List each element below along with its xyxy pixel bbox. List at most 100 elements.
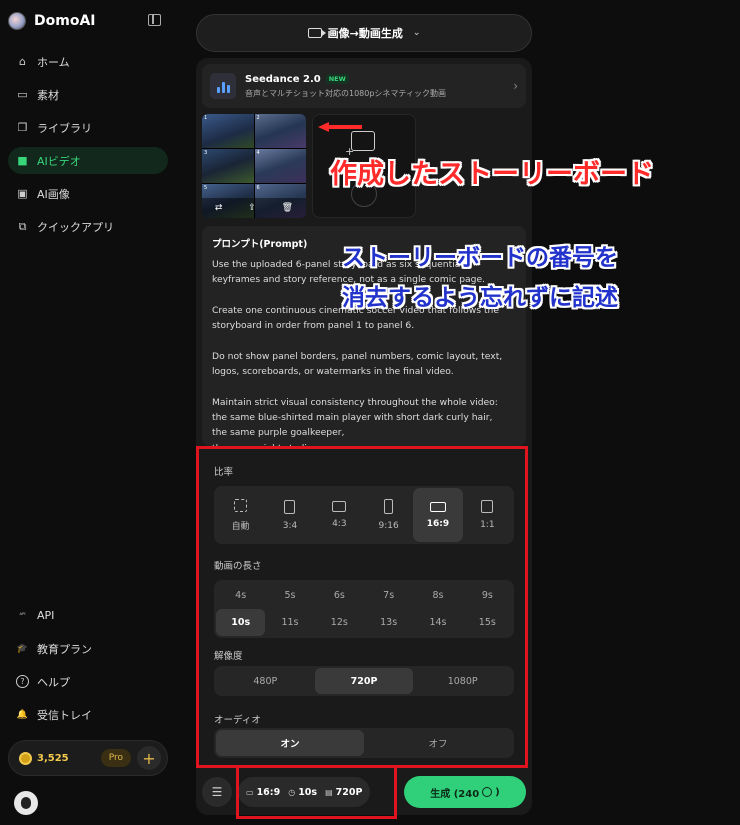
- audio-off-option[interactable]: オフ: [364, 730, 512, 756]
- annotation-note-line2: 消去するよう忘れずに記述: [342, 285, 618, 311]
- new-badge: NEW: [325, 74, 349, 84]
- duration-option[interactable]: 15s: [463, 609, 512, 636]
- education-icon: 🎓: [16, 643, 29, 654]
- model-name: Seedance 2.0: [245, 73, 321, 85]
- model-description: 音声とマルチショット対応の1080pシネマティック動画: [245, 88, 446, 98]
- sidebar-item-label: AIビデオ: [37, 154, 81, 168]
- sidebar-item-ai-video[interactable]: ■ AIビデオ: [8, 147, 168, 174]
- duration-option[interactable]: 14s: [413, 609, 462, 636]
- help-icon: ?: [16, 675, 29, 688]
- home-icon: ⌂: [19, 55, 26, 68]
- duration-option-selected[interactable]: 10s: [216, 609, 266, 636]
- clock-icon: ◷: [288, 787, 296, 797]
- api-icon: ᴬᴾᴵ: [19, 612, 26, 619]
- annotation-storyboard: 作成したストーリーボード: [330, 159, 654, 190]
- settings-summary[interactable]: ▭ 16:9 ◷ 10s ▤ 720P: [238, 777, 371, 807]
- ratio-option-16-9[interactable]: 16:9: [413, 488, 463, 542]
- landscape-ratio-icon: [332, 501, 347, 512]
- image-icon: ▣: [17, 187, 28, 200]
- bell-icon: 🔔: [16, 709, 29, 720]
- annotation-note-line1: ストーリーボードの番号を: [342, 245, 618, 271]
- sidebar-item-label: クイックアプリ: [37, 220, 114, 234]
- summary-duration: 10s: [298, 786, 318, 798]
- duration-option[interactable]: 4s: [216, 582, 265, 609]
- ratio-option-1-1[interactable]: 1:1: [463, 488, 512, 542]
- settings-panel: 比率 自動 3:4 4:3 9:16 16:9 1:1 動画の長さ 4s 5s …: [202, 452, 526, 778]
- tall-ratio-icon: [384, 499, 394, 514]
- bottom-bar: ☰ ▭ 16:9 ◷ 10s ▤ 720P 生成 (240 ): [202, 774, 526, 810]
- library-icon: ❐: [17, 121, 28, 134]
- duration-option[interactable]: 5s: [265, 582, 314, 609]
- chevron-down-icon: ⌄: [412, 28, 421, 38]
- upload-icon[interactable]: ⇪: [248, 203, 256, 213]
- sidebar-item-label: ライブラリ: [37, 121, 92, 135]
- brand-name: DomoAI: [34, 13, 96, 29]
- brand[interactable]: DomoAI: [8, 12, 96, 30]
- audio-on-option[interactable]: オン: [216, 730, 364, 756]
- credit-balance: 3,525: [37, 752, 69, 764]
- sidebar-item-assets[interactable]: ▭ 素材: [8, 81, 168, 108]
- ratio-option-auto[interactable]: 自動: [216, 488, 265, 542]
- sidebar-item-api[interactable]: ᴬᴾᴵ API: [8, 602, 168, 629]
- quick-app-icon: ⧉: [18, 219, 27, 233]
- resolution-selector: 480P 720P 1080P: [214, 666, 514, 696]
- sidebar-item-label: ホーム: [37, 55, 70, 69]
- video-camera-icon: [307, 28, 326, 38]
- sidebar-bottom-nav: ᴬᴾᴵ API 🎓 教育プラン ? ヘルプ 🔔 受信トレイ: [8, 602, 168, 734]
- resolution-option[interactable]: 1080P: [413, 668, 512, 694]
- sidebar-item-library[interactable]: ❐ ライブラリ: [8, 114, 168, 141]
- ratio-option-9-16[interactable]: 9:16: [364, 488, 413, 542]
- generate-button[interactable]: 生成 (240 ): [404, 776, 526, 808]
- sidebar-item-ai-image[interactable]: ▣ AI画像: [8, 180, 168, 207]
- model-selector[interactable]: Seedance 2.0 NEW 音声とマルチショット対応の1080pシネマティ…: [202, 64, 526, 108]
- duration-option[interactable]: 11s: [265, 609, 314, 636]
- sidebar-item-home[interactable]: ⌂ ホーム: [8, 48, 168, 75]
- duration-option[interactable]: 13s: [364, 609, 413, 636]
- resolution-option-selected[interactable]: 720P: [314, 668, 414, 694]
- credits-widget: 3,525 Pro +: [8, 740, 168, 776]
- ratio-option-3-4[interactable]: 3:4: [265, 488, 314, 542]
- sidebar-item-inbox[interactable]: 🔔 受信トレイ: [8, 701, 168, 728]
- duration-option[interactable]: 8s: [413, 582, 462, 609]
- storyboard-thumbnail[interactable]: 1 2 3 4 5 6 ⇄ ⇪ 🗑: [202, 114, 306, 218]
- coin-icon: [19, 751, 32, 765]
- sidebar-nav: ⌂ ホーム ▭ 素材 ❐ ライブラリ ■ AIビデオ ▣ AI画像 ⧉ クイック…: [8, 48, 168, 246]
- sidebar: DomoAI ⌂ ホーム ▭ 素材 ❐ ライブラリ ■ AIビデオ ▣ AI画像: [0, 0, 180, 825]
- mode-selector[interactable]: 画像→動画生成 ⌄: [196, 14, 532, 52]
- mode-label: 画像→動画生成: [327, 27, 403, 40]
- sidebar-item-quick-app[interactable]: ⧉ クイックアプリ: [8, 213, 168, 240]
- avatar[interactable]: [14, 791, 38, 815]
- storyboard-panel: 3: [202, 149, 254, 183]
- audio-label: オーディオ: [214, 715, 261, 726]
- trash-icon[interactable]: 🗑: [282, 203, 293, 213]
- plan-badge[interactable]: Pro: [100, 749, 131, 767]
- storyboard-panel: 1: [202, 114, 254, 148]
- storyboard-panel: 2: [254, 114, 306, 148]
- sidebar-collapse-icon[interactable]: [148, 14, 161, 26]
- portrait-ratio-icon: [284, 499, 296, 514]
- square-ratio-icon: [481, 500, 494, 513]
- resolution-label: 解像度: [214, 651, 243, 662]
- audio-toggle: オン オフ: [214, 728, 514, 758]
- add-image-icon: [345, 131, 375, 158]
- sidebar-item-education[interactable]: 🎓 教育プラン: [8, 635, 168, 662]
- duration-option[interactable]: 7s: [364, 582, 413, 609]
- duration-option[interactable]: 6s: [315, 582, 364, 609]
- duration-label: 動画の長さ: [214, 561, 262, 572]
- replace-icon[interactable]: ⇄: [215, 203, 223, 213]
- ratio-option-4-3[interactable]: 4:3: [315, 488, 364, 542]
- image-toolbar: ⇄ ⇪ 🗑: [202, 198, 306, 218]
- duration-option[interactable]: 9s: [463, 582, 512, 609]
- annotation-arrow-icon: [318, 122, 362, 132]
- sidebar-item-label: 教育プラン: [37, 642, 92, 656]
- add-credits-button[interactable]: +: [137, 746, 161, 770]
- duration-option[interactable]: 12s: [315, 609, 364, 636]
- duration-selector: 4s 5s 6s 7s 8s 9s 10s 11s 12s 13s 14s 15…: [214, 580, 514, 638]
- sliders-icon[interactable]: ☰: [202, 777, 232, 807]
- sidebar-item-label: ヘルプ: [37, 675, 70, 689]
- sidebar-item-help[interactable]: ? ヘルプ: [8, 668, 168, 695]
- model-icon: [210, 73, 236, 99]
- app-window: DomoAI ⌂ ホーム ▭ 素材 ❐ ライブラリ ■ AIビデオ ▣ AI画像: [0, 0, 740, 825]
- aspect-icon: ▭: [246, 787, 254, 797]
- resolution-option[interactable]: 480P: [216, 668, 315, 694]
